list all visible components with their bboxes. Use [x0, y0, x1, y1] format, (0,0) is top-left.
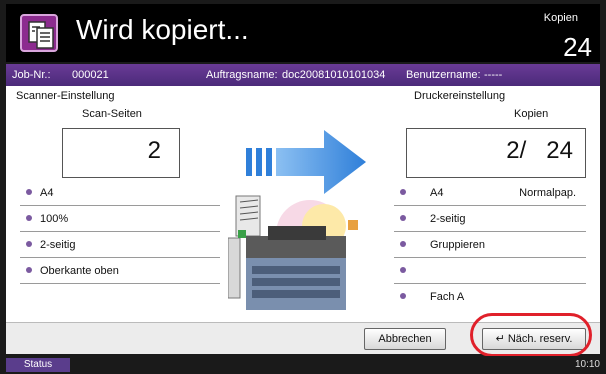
printer-setting-row: A4 Normalpap. [394, 180, 586, 206]
printer-setting-paper: A4 [430, 187, 444, 199]
printer-setting-row: Fach A [394, 284, 586, 310]
copies-count: 24 [563, 32, 592, 62]
multifunction-printer-icon [228, 195, 358, 310]
bullet-icon [26, 267, 32, 273]
printer-copies-value: 2/ 24 [506, 137, 573, 164]
scanner-setting-row: Oberkante oben [20, 258, 220, 284]
scanner-setting-row: 100% [20, 206, 220, 232]
job-name: doc20081010101034 [282, 69, 386, 81]
job-number-label: Job-Nr.: [12, 69, 51, 81]
printer-setting-duplex: 2-seitig [430, 213, 466, 225]
bullet-icon [400, 267, 406, 273]
header: Wird kopiert... Kopien 24 [6, 4, 600, 62]
job-number: 000021 [72, 69, 109, 81]
page-title: Wird kopiert... [76, 14, 249, 45]
printer-copies-display: 2/ 24 [406, 128, 586, 178]
scanner-setting-zoom: 100% [40, 213, 69, 225]
device-screen: Wird kopiert... Kopien 24 Job-Nr.: 00002… [0, 0, 606, 374]
user-name-label: Benutzername: [406, 69, 481, 81]
status-bar: Status 10:10 [0, 356, 606, 374]
printer-copies-label: Kopien [514, 108, 549, 120]
clock: 10:10 [574, 359, 600, 370]
scanner-settings-heading: Scanner-Einstellung [16, 90, 115, 102]
printer-settings-heading: Druckereinstellung [414, 90, 506, 102]
printer-setting-collate: Gruppieren [430, 239, 486, 251]
bullet-icon [400, 241, 406, 247]
scanner-setting-paper: A4 [40, 187, 54, 199]
bullet-icon [26, 215, 32, 221]
scan-pages-label: Scan-Seiten [82, 108, 142, 120]
printer-setting-paper-type: Normalpap. [519, 187, 576, 199]
bullet-icon [400, 215, 406, 221]
scanner-setting-row: A4 [20, 180, 220, 206]
job-name-label: Auftragsname: [206, 69, 278, 81]
bullet-icon [26, 241, 32, 247]
bullet-icon [400, 189, 406, 195]
printer-setting-tray: Fach A [430, 291, 465, 303]
transfer-arrow-icon [246, 130, 366, 194]
scan-pages-display: 2 [62, 128, 180, 178]
bullet-icon [400, 293, 406, 299]
scanner-setting-row: 2-seitig [20, 232, 220, 258]
status-button[interactable]: Status [6, 358, 70, 372]
copies-label: Kopien [543, 12, 578, 24]
scanner-setting-orientation: Oberkante oben [40, 265, 119, 277]
printer-setting-row [394, 258, 586, 284]
job-info-bar: Job-Nr.: 000021 Auftragsname: doc2008101… [6, 64, 600, 86]
user-name: ----- [484, 69, 503, 81]
main-panel: Scanner-Einstellung Scan-Seiten 2 A4 100… [6, 86, 600, 322]
scanner-setting-duplex: 2-seitig [40, 239, 76, 251]
copy-document-icon [20, 14, 58, 52]
cancel-button[interactable]: Abbrechen [364, 328, 446, 350]
printer-setting-row: Gruppieren [394, 232, 586, 258]
bullet-icon [26, 189, 32, 195]
printer-setting-row: 2-seitig [394, 206, 586, 232]
scan-pages-value: 2 [147, 137, 161, 164]
highlight-ring [470, 313, 592, 357]
